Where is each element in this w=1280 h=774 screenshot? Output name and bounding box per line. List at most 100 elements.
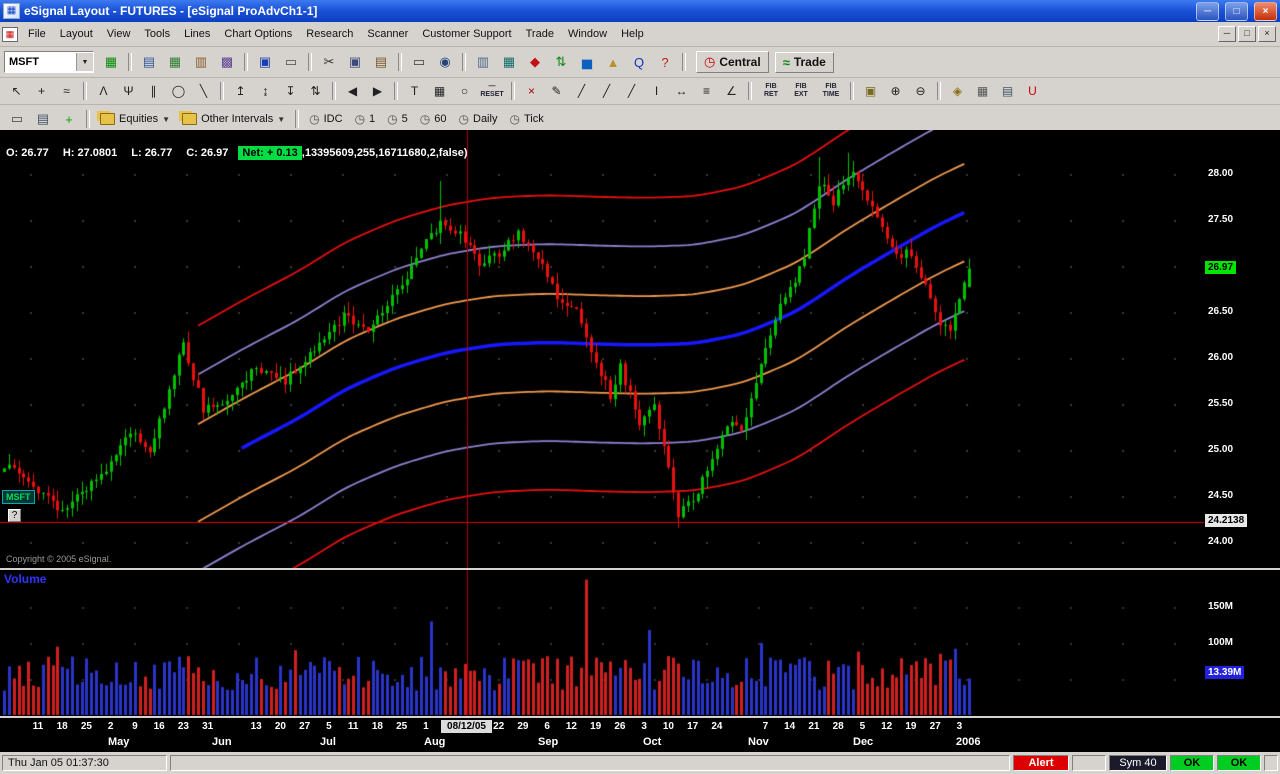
menu-research[interactable]: Research (299, 25, 360, 43)
angle-tool-icon[interactable]: ∠ (720, 81, 743, 102)
studies-tool-icon[interactable]: ◈ (946, 81, 969, 102)
center-range-tool-icon[interactable]: ↨ (254, 81, 277, 102)
toolbar-separator (748, 82, 752, 100)
sort-updown-icon[interactable]: ⇅ (549, 51, 573, 73)
new-chart-icon[interactable]: ▤ (137, 51, 161, 73)
print-preview-icon[interactable]: ▭ (5, 108, 29, 130)
print-setup-icon[interactable]: ▭ (279, 51, 303, 73)
options-chain-icon[interactable]: ▩ (215, 51, 239, 73)
regression-tool-icon[interactable]: ╲ (192, 81, 215, 102)
menu-customer-support[interactable]: Customer Support (415, 25, 518, 43)
paste-icon[interactable]: ▤ (369, 51, 393, 73)
reset-button[interactable]: —RESET (478, 80, 506, 102)
wave-tool-icon[interactable]: ≈ (55, 81, 78, 102)
pane-splitter[interactable] (0, 568, 1280, 570)
chart-canvas[interactable] (0, 130, 1280, 752)
help-chip[interactable]: ? (8, 509, 21, 522)
trade-button[interactable]: ≈ Trade (775, 52, 834, 73)
print-icon[interactable]: ▭ (407, 51, 431, 73)
alert-indicator[interactable]: Alert (1013, 755, 1069, 771)
fib-retracement-button[interactable]: FIBRET (757, 80, 785, 102)
quote-q-icon[interactable]: Q (627, 51, 651, 73)
snapshot-icon[interactable]: ◉ (433, 51, 457, 73)
page-copy-icon[interactable]: ▤ (31, 108, 55, 130)
child-restore-button[interactable]: □ (1238, 26, 1256, 42)
menu-trade[interactable]: Trade (519, 25, 561, 43)
mosaic-tool-icon[interactable]: ▦ (971, 81, 994, 102)
mini-chart-icon[interactable]: ▅ (575, 51, 599, 73)
cycle-tool-icon[interactable]: ◯ (167, 81, 190, 102)
compress-tool-icon[interactable]: ⇅ (304, 81, 327, 102)
interval-idc[interactable]: ◷IDC (303, 110, 348, 128)
underline-tool-icon[interactable]: U (1021, 81, 1044, 102)
news-help-icon[interactable]: ? (653, 51, 677, 73)
combo-dropdown-icon[interactable]: ▼ (76, 53, 93, 71)
expand-up-tool-icon[interactable]: ↥ (229, 81, 252, 102)
group-equities[interactable]: Equities▼ (94, 111, 176, 127)
symbol-combo[interactable]: MSFT ▼ (4, 51, 94, 73)
line-dashed-tool-icon[interactable]: ╱ (620, 81, 643, 102)
pitchfork-tool-icon[interactable]: Ψ (117, 81, 140, 102)
duplicate-tool-icon[interactable]: ▣ (859, 81, 882, 102)
horizontal-line-tool-icon[interactable]: ↔ (670, 81, 693, 102)
step-forward-icon[interactable]: ▶ (366, 81, 389, 102)
menu-file[interactable]: File (21, 25, 53, 43)
line-medium-tool-icon[interactable]: ╱ (595, 81, 618, 102)
ellipse-tool-icon[interactable]: ○ (453, 81, 476, 102)
text-tool-icon[interactable]: T (403, 81, 426, 102)
interval-60[interactable]: ◷60 (414, 110, 453, 128)
news-window-icon[interactable]: ▥ (471, 51, 495, 73)
alarm-bell-icon[interactable]: ▲ (601, 51, 625, 73)
market-depth-icon[interactable]: ▦ (497, 51, 521, 73)
alert-siren-icon[interactable]: ◆ (523, 51, 547, 73)
open-value: O: 26.77 (6, 147, 49, 159)
close-button[interactable]: × (1254, 2, 1277, 21)
step-back-icon[interactable]: ◀ (341, 81, 364, 102)
clock-icon: ◷ (704, 54, 715, 70)
layout-book-tool-icon[interactable]: ▤ (996, 81, 1019, 102)
interval-5[interactable]: ◷5 (381, 110, 414, 128)
grid-toggle-icon[interactable]: ▦ (428, 81, 451, 102)
save-page-icon[interactable]: ▣ (253, 51, 277, 73)
maximize-button[interactable]: □ (1225, 2, 1248, 21)
copy-icon[interactable]: ▣ (343, 51, 367, 73)
pencil-tool-icon[interactable]: ✎ (545, 81, 568, 102)
expand-down-tool-icon[interactable]: ↧ (279, 81, 302, 102)
group-other-intervals[interactable]: Other Intervals▼ (176, 111, 291, 127)
fib-extension-button[interactable]: FIBEXT (787, 80, 815, 102)
cursor-style-tool-icon[interactable]: I (645, 81, 668, 102)
menu-view[interactable]: View (100, 25, 138, 43)
menu-scanner[interactable]: Scanner (360, 25, 415, 43)
axis-splitter[interactable] (0, 716, 1280, 718)
quote-board-icon[interactable]: ▦ (163, 51, 187, 73)
child-close-button[interactable]: × (1258, 26, 1276, 42)
cut-icon[interactable]: ✂ (317, 51, 341, 73)
minimize-button[interactable]: ─ (1196, 2, 1219, 21)
menu-help[interactable]: Help (614, 25, 651, 43)
delete-tool-icon[interactable]: × (520, 81, 543, 102)
menu-chart-options[interactable]: Chart Options (217, 25, 299, 43)
crosshair-tool-icon[interactable]: + (30, 81, 53, 102)
interval-tick[interactable]: ◷Tick (503, 110, 549, 128)
line-thin-tool-icon[interactable]: ╱ (570, 81, 593, 102)
menu-layout[interactable]: Layout (53, 25, 100, 43)
symbol-chip[interactable]: MSFT (2, 490, 35, 504)
menu-lines[interactable]: Lines (177, 25, 217, 43)
alert-price-badge[interactable]: 24.2138 (1205, 514, 1247, 527)
pointer-tool-icon[interactable]: ↖ (5, 81, 28, 102)
central-button[interactable]: ◷ Central (696, 51, 769, 73)
interval-1[interactable]: ◷1 (349, 110, 382, 128)
symbol-go-button[interactable]: ▦ (99, 51, 123, 73)
parallel-lines-tool-icon[interactable]: ≡ (695, 81, 718, 102)
zoom-out-icon[interactable]: ⊖ (909, 81, 932, 102)
child-minimize-button[interactable]: ─ (1218, 26, 1236, 42)
menu-window[interactable]: Window (561, 25, 614, 43)
fib-time-button[interactable]: FIBTIME (817, 80, 845, 102)
zoom-in-icon[interactable]: ⊕ (884, 81, 907, 102)
menu-tools[interactable]: Tools (137, 25, 177, 43)
zigzag-tool-icon[interactable]: Λ (92, 81, 115, 102)
channel-tool-icon[interactable]: ∥ (142, 81, 165, 102)
interval-daily[interactable]: ◷Daily (453, 110, 504, 128)
add-symbol-icon[interactable]: + (57, 108, 81, 130)
time-and-sales-icon[interactable]: ▥ (189, 51, 213, 73)
